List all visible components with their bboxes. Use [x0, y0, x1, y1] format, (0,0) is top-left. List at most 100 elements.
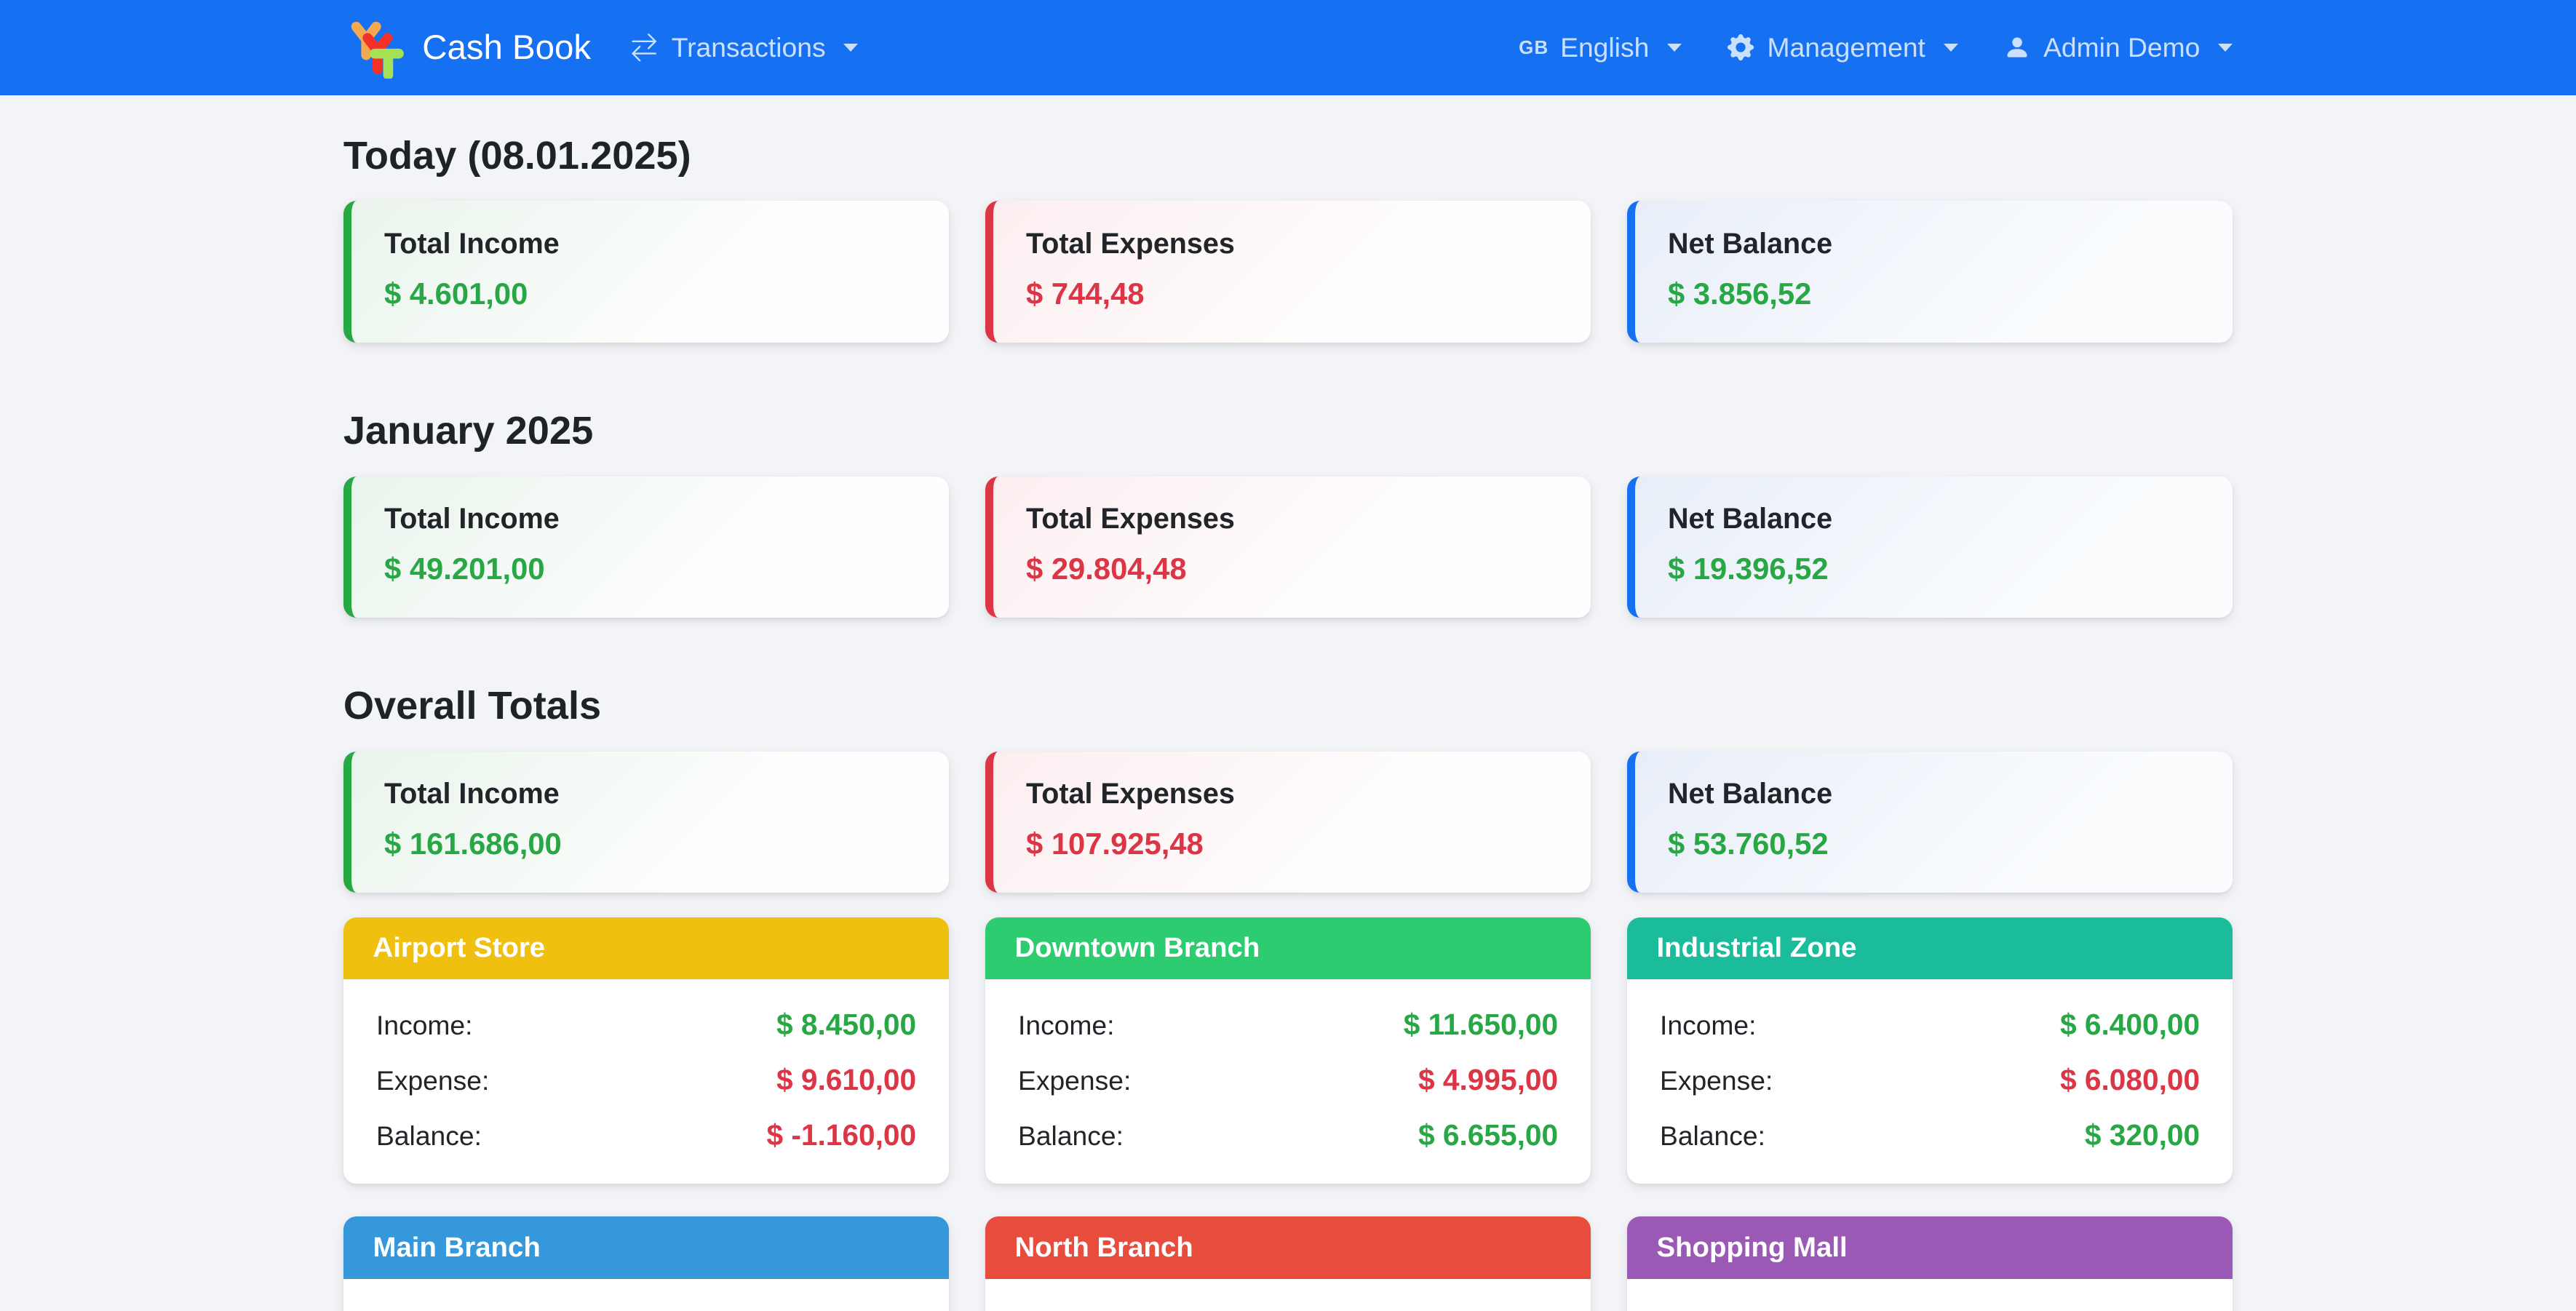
section-title-month: January 2025 — [343, 408, 2233, 453]
summary-card-overall-expenses: Total Expenses $ 107.925,48 — [985, 752, 1591, 893]
branch-name: Downtown Branch — [1014, 932, 1260, 964]
row-label: Expense: — [1018, 1065, 1131, 1096]
branch-card-header: Downtown Branch — [985, 917, 1591, 980]
row-value: $ 8.450,00 — [776, 1008, 916, 1042]
top-navbar: Cash Book Transactions GB English — [0, 0, 2576, 95]
summary-card-today-income: Total Income $ 4.601,00 — [343, 201, 949, 342]
row-label: Balance: — [1018, 1120, 1124, 1152]
card-title: Total Expenses — [1026, 228, 1558, 260]
row-value: $ 4.995,00 — [1418, 1063, 1558, 1097]
branch-row-income: Income: $ 8.975,00 — [1660, 1307, 2200, 1311]
branch-row-income: Income: $ 10.175,50 — [1018, 1307, 1558, 1311]
branch-name: Main Branch — [373, 1232, 540, 1264]
branch-card-header: Airport Store — [343, 917, 949, 980]
row-value: $ 6.655,00 — [1418, 1118, 1558, 1152]
nav-item-user[interactable]: Admin Demo — [2004, 32, 2233, 63]
summary-card-month-expenses: Total Expenses $ 29.804,48 — [985, 477, 1591, 618]
exchange-arrows-icon — [630, 33, 658, 61]
main-content: Today (08.01.2025) Total Income $ 4.601,… — [343, 133, 2233, 1311]
row-label: Expense: — [1660, 1065, 1773, 1096]
nav-item-language[interactable]: GB English — [1519, 32, 1682, 63]
section-month: January 2025 Total Income $ 49.201,00 To… — [343, 408, 2233, 618]
card-title: Total Income — [384, 503, 916, 535]
summary-card-overall-net: Net Balance $ 53.760,52 — [1627, 752, 2233, 893]
card-value: $ 29.804,48 — [1026, 551, 1558, 586]
branch-row-income: Income: $ 6.400,00 — [1660, 1008, 2200, 1042]
card-value: $ 161.686,00 — [384, 826, 916, 861]
card-value: $ 49.201,00 — [384, 551, 916, 586]
row-label: Balance: — [1660, 1120, 1765, 1152]
branch-name: North Branch — [1014, 1232, 1193, 1264]
row-value: $ 10.175,50 — [1402, 1307, 1558, 1311]
branch-card-downtown-branch: Downtown Branch Income: $ 11.650,00 Expe… — [985, 917, 1591, 1184]
branch-card-header: Shopping Mall — [1627, 1216, 2233, 1279]
section-overall: Overall Totals Total Income $ 161.686,00… — [343, 683, 2233, 1311]
row-value: $ 9.610,00 — [776, 1063, 916, 1097]
row-label: Income: — [376, 1010, 473, 1041]
card-title: Total Expenses — [1026, 778, 1558, 810]
row-value: $ 6.400,00 — [2060, 1008, 2200, 1042]
summary-card-today-expenses: Total Expenses $ 744,48 — [985, 201, 1591, 342]
row-label: Income: — [1660, 1010, 1757, 1041]
card-value: $ 53.760,52 — [1668, 826, 2200, 861]
row-label: Expense: — [376, 1065, 489, 1096]
section-title-today: Today (08.01.2025) — [343, 133, 2233, 178]
branch-row-income: Income: $ 11.650,00 — [1018, 1008, 1558, 1042]
summary-card-overall-income: Total Income $ 161.686,00 — [343, 752, 949, 893]
nav-item-management[interactable]: Management — [1728, 32, 1957, 63]
chevron-down-icon — [1944, 44, 1958, 52]
row-label: Income: — [1018, 1010, 1115, 1041]
branch-row-expense: Expense: $ 9.610,00 — [376, 1063, 916, 1097]
row-value: $ 6.080,00 — [2060, 1063, 2200, 1097]
branch-row-expense: Expense: $ 4.995,00 — [1018, 1063, 1558, 1097]
branch-card-main-branch: Main Branch Income: $ 3.550,50 — [343, 1216, 949, 1310]
branch-card-header: North Branch — [985, 1216, 1591, 1279]
row-label: Balance: — [376, 1120, 482, 1152]
chevron-down-icon — [2218, 44, 2233, 52]
card-title: Net Balance — [1668, 228, 2200, 260]
card-title: Net Balance — [1668, 503, 2200, 535]
nav-transactions-label: Transactions — [672, 32, 826, 63]
nav-language-label: English — [1560, 32, 1649, 63]
card-value: $ 107.925,48 — [1026, 826, 1558, 861]
summary-card-month-income: Total Income $ 49.201,00 — [343, 477, 949, 618]
branch-name: Airport Store — [373, 932, 545, 964]
branch-card-header: Industrial Zone — [1627, 917, 2233, 980]
summary-card-today-net: Net Balance $ 3.856,52 — [1627, 201, 2233, 342]
row-value: $ 3.550,50 — [776, 1307, 916, 1311]
row-value: $ 11.650,00 — [1404, 1008, 1558, 1042]
section-title-overall: Overall Totals — [343, 683, 2233, 728]
branch-row-expense: Expense: $ 6.080,00 — [1660, 1063, 2200, 1097]
branch-name: Shopping Mall — [1656, 1232, 1847, 1264]
branch-row-income: Income: $ 3.550,50 — [376, 1307, 916, 1311]
card-title: Net Balance — [1668, 778, 2200, 810]
gear-icon — [1728, 34, 1754, 60]
person-icon — [2004, 34, 2030, 60]
branch-card-industrial-zone: Industrial Zone Income: $ 6.400,00 Expen… — [1627, 917, 2233, 1184]
branch-row-income: Income: $ 8.450,00 — [376, 1008, 916, 1042]
card-value: $ 744,48 — [1026, 276, 1558, 311]
branch-name: Industrial Zone — [1656, 932, 1856, 964]
branch-grid: Airport Store Income: $ 8.450,00 Expense… — [343, 917, 2233, 1311]
nav-user-label: Admin Demo — [2043, 32, 2200, 63]
row-value: $ 320,00 — [2085, 1118, 2200, 1152]
card-value: $ 3.856,52 — [1668, 276, 2200, 311]
card-value: $ 19.396,52 — [1668, 551, 2200, 586]
row-value: $ -1.160,00 — [767, 1118, 917, 1152]
branch-card-header: Main Branch — [343, 1216, 949, 1279]
branch-card-north-branch: North Branch Income: $ 10.175,50 — [985, 1216, 1591, 1310]
row-value: $ 8.975,00 — [2060, 1307, 2200, 1311]
brand-link[interactable]: Cash Book — [343, 17, 591, 79]
navbar-right-group: GB English Management Admin Demo — [1519, 32, 2233, 63]
branch-card-airport-store: Airport Store Income: $ 8.450,00 Expense… — [343, 917, 949, 1184]
flag-gb-label: GB — [1519, 36, 1549, 59]
card-title: Total Income — [384, 778, 916, 810]
branch-row-balance: Balance: $ 6.655,00 — [1018, 1118, 1558, 1152]
nav-item-transactions[interactable]: Transactions — [630, 32, 858, 63]
brand-title: Cash Book — [422, 28, 591, 68]
chevron-down-icon — [1667, 44, 1682, 52]
summary-card-month-net: Net Balance $ 19.396,52 — [1627, 477, 2233, 618]
page: Cash Book Transactions GB English — [0, 0, 2576, 1311]
card-title: Total Expenses — [1026, 503, 1558, 535]
nav-management-label: Management — [1767, 32, 1925, 63]
